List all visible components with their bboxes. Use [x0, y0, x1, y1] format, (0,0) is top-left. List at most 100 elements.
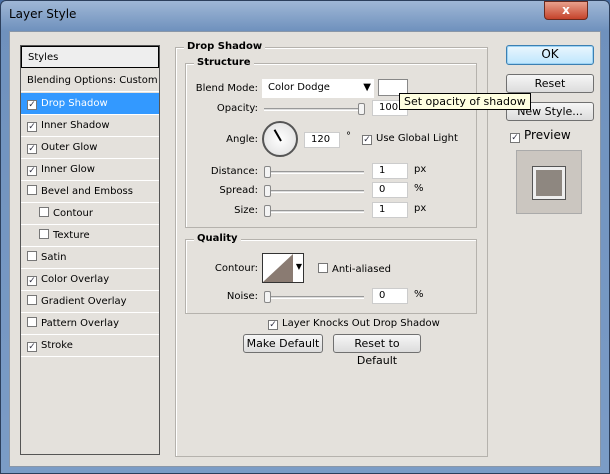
spread-unit: %	[414, 183, 424, 194]
sidebar-item-drop-shadow[interactable]: ✓ Drop Shadow	[21, 93, 159, 115]
checkbox-icon[interactable]	[27, 317, 37, 327]
sidebar-item-inner-glow[interactable]: ✓ Inner Glow	[21, 159, 159, 181]
sidebar-item-inner-shadow[interactable]: ✓ Inner Shadow	[21, 115, 159, 137]
sidebar-item-pattern-overlay[interactable]: Pattern Overlay	[21, 313, 159, 335]
sidebar-item-gradient-overlay[interactable]: Gradient Overlay	[21, 291, 159, 313]
styles-list: Styles Blending Options: Custom ✓ Drop Shad…	[20, 45, 160, 455]
checkbox-icon[interactable]: ✓	[27, 100, 37, 110]
chevron-down-icon: ▼	[295, 262, 302, 271]
sidebar-item-blending-options-custom[interactable]: Blending Options: Custom	[21, 70, 159, 92]
distance-unit: px	[414, 164, 427, 175]
checkbox-icon[interactable]	[39, 229, 49, 239]
opacity-label: Opacity:	[216, 103, 258, 114]
spread-input[interactable]: 0	[372, 182, 408, 198]
noise-input[interactable]: 0	[372, 288, 408, 304]
ok-button[interactable]: OK	[506, 45, 594, 65]
sidebar-item-label: Bevel and Emboss	[41, 186, 133, 197]
blend-mode-select[interactable]: Color Dodge ▼	[262, 79, 374, 98]
anti-aliased-label: Anti-aliased	[332, 264, 392, 275]
reset-to-default-button[interactable]: Reset to Default	[333, 334, 421, 367]
noise-unit: %	[414, 289, 424, 300]
chevron-down-icon: ▼	[363, 82, 371, 93]
distance-label: Distance:	[210, 166, 258, 177]
sidebar-item-outer-glow[interactable]: ✓ Outer Glow	[21, 137, 159, 159]
make-default-button[interactable]: Make Default	[243, 334, 323, 353]
knockout-label: Layer Knocks Out Drop Shadow	[282, 318, 440, 329]
checkbox-icon[interactable]	[27, 185, 37, 195]
preview-label: Preview	[524, 128, 571, 142]
angle-needle	[273, 129, 282, 142]
sidebar-item-stroke[interactable]: ✓ Stroke	[21, 335, 159, 357]
distance-slider[interactable]	[264, 166, 364, 178]
quality-group: Quality Contour: ▼ Anti-aliased Noise: 0…	[185, 233, 477, 314]
sidebar-item-label: Texture	[53, 230, 90, 241]
contour-picker[interactable]: ▼	[262, 253, 304, 283]
tooltip: Set opacity of shadow	[399, 93, 531, 110]
sidebar-item-label: Stroke	[41, 340, 73, 351]
sidebar-item-styles[interactable]: Styles	[21, 46, 159, 68]
layer-style-dialog: Layer Style x Styles Blending Options: Cu…	[0, 0, 610, 474]
sidebar-item-label: Drop Shadow	[41, 98, 108, 109]
checkbox-icon[interactable]: ✓	[27, 122, 37, 132]
noise-slider[interactable]	[264, 291, 364, 303]
noise-slider-thumb[interactable]	[264, 291, 271, 303]
size-slider[interactable]	[264, 205, 364, 217]
opacity-slider[interactable]	[264, 103, 365, 115]
spread-slider-thumb[interactable]	[264, 185, 271, 197]
close-button[interactable]: x	[544, 1, 588, 20]
sidebar-item-texture[interactable]: Texture	[21, 225, 159, 247]
use-global-light-checkbox[interactable]: ✓ Use Global Light	[362, 133, 458, 145]
size-input[interactable]: 1	[372, 202, 408, 218]
angle-label: Angle:	[226, 134, 258, 145]
sidebar-item-contour[interactable]: Contour	[21, 203, 159, 225]
structure-group: Structure Blend Mode: Color Dodge ▼ Opaci…	[185, 57, 477, 228]
opacity-slider-thumb[interactable]	[358, 103, 365, 115]
anti-aliased-checkbox[interactable]: Anti-aliased	[318, 263, 391, 275]
checkbox-icon: ✓	[510, 133, 520, 143]
angle-dial[interactable]	[262, 121, 298, 157]
spread-slider[interactable]	[264, 185, 364, 197]
checkbox-icon	[318, 263, 328, 273]
blend-mode-value: Color Dodge	[268, 82, 330, 93]
sidebar-item-bevel-and-emboss[interactable]: Bevel and Emboss	[21, 181, 159, 203]
checkbox-icon[interactable]: ✓	[27, 166, 37, 176]
quality-heading: Quality	[194, 233, 241, 244]
contour-curve-icon	[263, 254, 293, 282]
checkbox-icon[interactable]	[27, 251, 37, 261]
sidebar-item-label: Inner Shadow	[41, 120, 110, 131]
use-global-light-label: Use Global Light	[376, 133, 458, 144]
angle-input[interactable]: 120	[304, 132, 340, 148]
preview-checkbox[interactable]: ✓ Preview	[510, 128, 571, 143]
blend-mode-label: Blend Mode:	[195, 83, 258, 94]
distance-slider-thumb[interactable]	[264, 166, 271, 178]
size-label: Size:	[234, 205, 258, 216]
reset-button[interactable]: Reset	[506, 74, 594, 93]
sidebar-item-label: Contour	[53, 208, 93, 219]
sidebar-item-label: Outer Glow	[41, 142, 98, 153]
noise-label: Noise:	[226, 291, 258, 302]
sidebar-item-label: Blending Options: Custom	[27, 75, 158, 86]
sidebar-item-color-overlay[interactable]: ✓ Color Overlay	[21, 269, 159, 291]
sidebar-item-label: Satin	[41, 252, 67, 263]
preview-thumbnail	[516, 150, 582, 214]
checkbox-icon[interactable]: ✓	[27, 276, 37, 286]
checkbox-icon: ✓	[268, 320, 278, 330]
spread-label: Spread:	[219, 185, 258, 196]
checkbox-icon[interactable]: ✓	[27, 144, 37, 154]
sidebar-item-satin[interactable]: Satin	[21, 247, 159, 269]
drop-shadow-heading: Drop Shadow	[184, 41, 266, 52]
size-unit: px	[414, 203, 427, 214]
sidebar-item-label: Gradient Overlay	[41, 296, 127, 307]
checkbox-icon[interactable]	[27, 295, 37, 305]
checkbox-icon: ✓	[362, 135, 372, 145]
knockout-checkbox[interactable]: ✓ Layer Knocks Out Drop Shadow	[268, 318, 440, 330]
sidebar-item-label: Pattern Overlay	[41, 318, 120, 329]
checkbox-icon[interactable]: ✓	[27, 342, 37, 352]
distance-input[interactable]: 1	[372, 163, 408, 179]
size-slider-thumb[interactable]	[264, 205, 271, 217]
structure-heading: Structure	[194, 57, 254, 68]
checkbox-icon[interactable]	[39, 207, 49, 217]
preview-swatch	[533, 167, 565, 199]
sidebar-item-label: Inner Glow	[41, 164, 95, 175]
sidebar-item-label: Styles	[28, 52, 59, 63]
